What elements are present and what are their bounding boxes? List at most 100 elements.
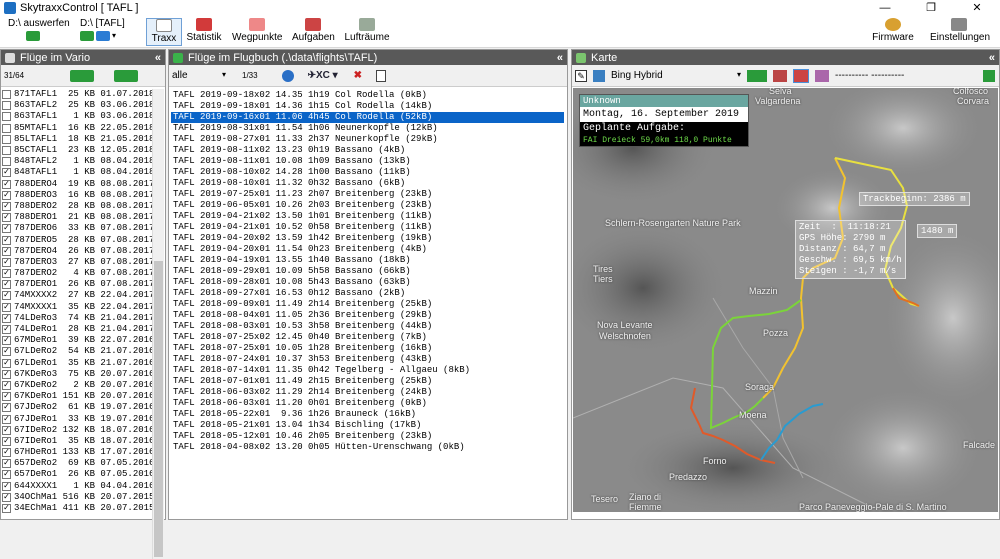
vario-flight-checkbox[interactable]: ✓ <box>2 246 11 256</box>
flugbuch-collapse-icon[interactable]: « <box>557 52 563 64</box>
vario-flight-checkbox[interactable]: ✓ <box>2 291 11 301</box>
flugbuch-flight-row[interactable]: TAFL 2018-08-04x01 11.05 2h36 Breitenber… <box>171 310 564 321</box>
vario-flight-checkbox[interactable]: ✓ <box>2 224 11 234</box>
hand-tool-icon[interactable] <box>773 69 787 82</box>
vario-flight-checkbox[interactable]: ✓ <box>2 392 11 402</box>
delete-flight-icon[interactable]: ✖ <box>354 70 362 81</box>
flugbuch-flight-row[interactable]: TAFL 2019-08-11x01 10.08 1h09 Bassano (1… <box>171 156 564 167</box>
vario-flight-checkbox[interactable]: ✓ <box>2 168 11 178</box>
vario-flight-checkbox[interactable] <box>2 123 11 133</box>
flugbuch-flight-row[interactable]: TAFL 2018-09-29x01 10.09 5h58 Bassano (6… <box>171 266 564 277</box>
vario-flight-checkbox[interactable]: ✓ <box>2 492 11 502</box>
flugbuch-flight-row[interactable]: TAFL 2018-05-12x01 10.46 2h05 Breitenber… <box>171 431 564 442</box>
vario-flight-row[interactable]: 85MTAFL1 16 KB 22.05.2018 <box>2 123 152 134</box>
vario-flight-row[interactable]: ✓ 787DERO4 26 KB 07.08.2017 <box>2 246 152 257</box>
flugbuch-flight-row[interactable]: TAFL 2018-05-21x01 13.04 1h34 Bischling … <box>171 420 564 431</box>
flugbuch-flight-row[interactable]: TAFL 2019-08-27x01 11.33 2h37 Neunerkopf… <box>171 134 564 145</box>
vario-flight-row[interactable]: 85LTAFL1 18 KB 21.05.2018 <box>2 134 152 145</box>
einstellungen-button[interactable]: Einstellungen <box>930 18 990 46</box>
vario-flight-row[interactable]: ✓ 67KDeRo1 151 KB 20.07.2016 <box>2 391 152 402</box>
xc-upload-icon[interactable]: ✈XC ▾ <box>308 70 338 81</box>
vario-flight-row[interactable]: ✓ 67JDeRo2 61 KB 19.07.2016 <box>2 402 152 413</box>
vario-flight-row[interactable]: ✓ 67LDeRo2 54 KB 21.07.2016 <box>2 346 152 357</box>
maximize-button[interactable]: ❐ <box>908 0 954 16</box>
vario-flight-row[interactable]: ✓ 67IDeRo1 35 KB 18.07.2016 <box>2 436 152 447</box>
karte-collapse-icon[interactable]: « <box>989 52 995 64</box>
vario-flight-row[interactable]: 863TAFL2 25 KB 03.06.2018 <box>2 100 152 111</box>
vario-flight-checkbox[interactable] <box>2 134 11 144</box>
vario-flight-row[interactable]: ✓ 657DeRo1 26 KB 07.05.2016 <box>2 469 152 480</box>
drive-selector[interactable]: D:\ [TAFL] ▾ <box>80 18 125 41</box>
vario-flight-row[interactable]: ✓ 787DERO1 26 KB 07.08.2017 <box>2 279 152 290</box>
vario-flight-checkbox[interactable]: ✓ <box>2 336 11 346</box>
vario-flight-checkbox[interactable]: ✓ <box>2 347 11 357</box>
vario-flight-row[interactable]: 848TAFL2 1 KB 08.04.2018 <box>2 156 152 167</box>
flugbuch-flight-row[interactable]: TAFL 2019-08-10x02 14.28 1h00 Bassano (1… <box>171 167 564 178</box>
flugbuch-flight-row[interactable]: TAFL 2018-08-03x01 10.53 3h58 Breitenber… <box>171 321 564 332</box>
vario-download-icon[interactable] <box>70 69 95 82</box>
vario-flight-checkbox[interactable] <box>2 157 11 167</box>
flugbuch-flight-row[interactable]: TAFL 2019-08-31x01 11.54 1h06 Neunerkopf… <box>171 123 564 134</box>
flugbuch-flight-row[interactable]: TAFL 2019-08-11x02 13.23 0h19 Bassano (4… <box>171 145 564 156</box>
vario-flight-checkbox[interactable]: ✓ <box>2 201 11 211</box>
flugbuch-flight-row[interactable]: TAFL 2019-07-25x01 11.23 2h07 Breitenber… <box>171 189 564 200</box>
flugbuch-flight-row[interactable]: TAFL 2019-09-16x01 11.06 4h45 Col Rodell… <box>171 112 564 123</box>
flugbuch-flight-row[interactable]: TAFL 2018-09-27x01 16.53 0h12 Bassano (2… <box>171 288 564 299</box>
vario-flight-row[interactable]: ✓ 34EChMa1 411 KB 20.07.2015 <box>2 503 152 514</box>
traxx-button[interactable]: Traxx <box>146 18 182 46</box>
flugbuch-flight-row[interactable]: TAFL 2018-09-09x01 11.49 2h14 Breitenber… <box>171 299 564 310</box>
vario-flight-row[interactable]: ✓ 787DERO2 4 KB 07.08.2017 <box>2 268 152 279</box>
flugbuch-flight-row[interactable]: TAFL 2019-09-18x01 14.36 1h15 Col Rodell… <box>171 101 564 112</box>
flugbuch-flight-row[interactable]: TAFL 2019-04-21x02 13.50 1h01 Breitenber… <box>171 211 564 222</box>
vario-flight-row[interactable]: ✓ 788DERO1 21 KB 08.08.2017 <box>2 212 152 223</box>
vario-flight-checkbox[interactable]: ✓ <box>2 403 11 413</box>
flugbuch-flight-row[interactable]: TAFL 2018-09-28x01 10.08 5h43 Bassano (6… <box>171 277 564 288</box>
flugbuch-flight-row[interactable]: TAFL 2019-09-18x02 14.35 1h19 Col Rodell… <box>171 90 564 101</box>
flugbuch-flight-row[interactable]: TAFL 2019-04-20x01 11.54 0h23 Breitenber… <box>171 244 564 255</box>
minimize-button[interactable]: — <box>862 0 908 16</box>
vario-flight-row[interactable]: 871TAFL1 25 KB 01.07.2018 <box>2 89 152 100</box>
map-export-icon[interactable] <box>983 69 995 82</box>
eject-drive-button[interactable]: D:\ auswerfen <box>8 18 70 41</box>
vario-flight-row[interactable]: ✓ 787DERO6 33 KB 07.08.2017 <box>2 223 152 234</box>
vario-flight-checkbox[interactable]: ✓ <box>2 504 11 514</box>
vario-flight-checkbox[interactable]: ✓ <box>2 257 11 267</box>
vario-flight-checkbox[interactable]: ✓ <box>2 358 11 368</box>
map-layer-select[interactable]: Bing Hybrid ▾ <box>611 70 741 81</box>
vario-flight-row[interactable]: ✓ 644XXXX1 1 KB 04.04.2016 <box>2 481 152 492</box>
vario-flight-checkbox[interactable]: ✓ <box>2 235 11 245</box>
firmware-button[interactable]: Firmware <box>872 18 914 46</box>
vario-flight-checkbox[interactable]: ✓ <box>2 213 11 223</box>
vario-flight-row[interactable]: ✓ 67MDeRo1 39 KB 22.07.2016 <box>2 335 152 346</box>
luftraeume-button[interactable]: Lufträume <box>344 18 390 46</box>
vario-flight-row[interactable]: ✓ 67JDeRo1 33 KB 19.07.2016 <box>2 413 152 424</box>
vario-flight-checkbox[interactable] <box>2 101 11 111</box>
vario-flight-checkbox[interactable]: ✓ <box>2 325 11 335</box>
glider-tool-icon[interactable] <box>815 69 829 82</box>
flugbuch-flight-row[interactable]: TAFL 2018-06-03x02 11.29 2h14 Breitenber… <box>171 387 564 398</box>
flugbuch-flight-row[interactable]: TAFL 2018-07-01x01 11.49 2h15 Breitenber… <box>171 376 564 387</box>
vario-flight-checkbox[interactable]: ✓ <box>2 414 11 424</box>
flugbuch-flight-row[interactable]: TAFL 2019-08-10x01 11.32 0h32 Bassano (6… <box>171 178 564 189</box>
flugbuch-flight-row[interactable]: TAFL 2019-04-19x01 13.55 1h40 Bassano (1… <box>171 255 564 266</box>
flugbuch-filter-select[interactable]: alle ▾ <box>172 70 226 81</box>
flugbuch-flight-row[interactable]: TAFL 2019-04-20x02 13.59 1h42 Breitenber… <box>171 233 564 244</box>
vario-flight-row[interactable]: ✓ 67LDeRo1 35 KB 21.07.2016 <box>2 358 152 369</box>
track-options-icon[interactable] <box>747 69 767 82</box>
vario-scrollbar[interactable] <box>152 89 164 559</box>
map-view[interactable]: Selva Valgardena Colfosco Corvara Schler… <box>573 88 998 512</box>
vario-flight-row[interactable]: ✓ 848TAFL1 1 KB 08.04.2018 <box>2 167 152 178</box>
aufgaben-button[interactable]: Aufgaben <box>292 18 335 46</box>
vario-flight-row[interactable]: ✓ 788DERO4 19 KB 08.08.2017 <box>2 179 152 190</box>
vario-flight-checkbox[interactable]: ✓ <box>2 269 11 279</box>
flugbuch-flight-row[interactable]: TAFL 2018-07-14x01 11.35 0h42 Tegelberg … <box>171 365 564 376</box>
flightbook-export-icon[interactable] <box>376 69 387 82</box>
flugbuch-flight-row[interactable]: TAFL 2019-04-21x01 10.52 0h58 Breitenber… <box>171 222 564 233</box>
flugbuch-flight-row[interactable]: TAFL 2018-06-03x01 11.20 0h01 Breitenber… <box>171 398 564 409</box>
vario-flight-checkbox[interactable]: ✓ <box>2 425 11 435</box>
vario-collapse-icon[interactable]: « <box>155 52 161 64</box>
vario-flight-checkbox[interactable]: ✓ <box>2 302 11 312</box>
vario-flight-row[interactable]: ✓ 787DERO3 27 KB 07.08.2017 <box>2 257 152 268</box>
vario-flight-row[interactable]: ✓ 67KDeRo2 2 KB 20.07.2016 <box>2 380 152 391</box>
vario-flight-row[interactable]: 863TAFL1 1 KB 03.06.2018 <box>2 111 152 122</box>
